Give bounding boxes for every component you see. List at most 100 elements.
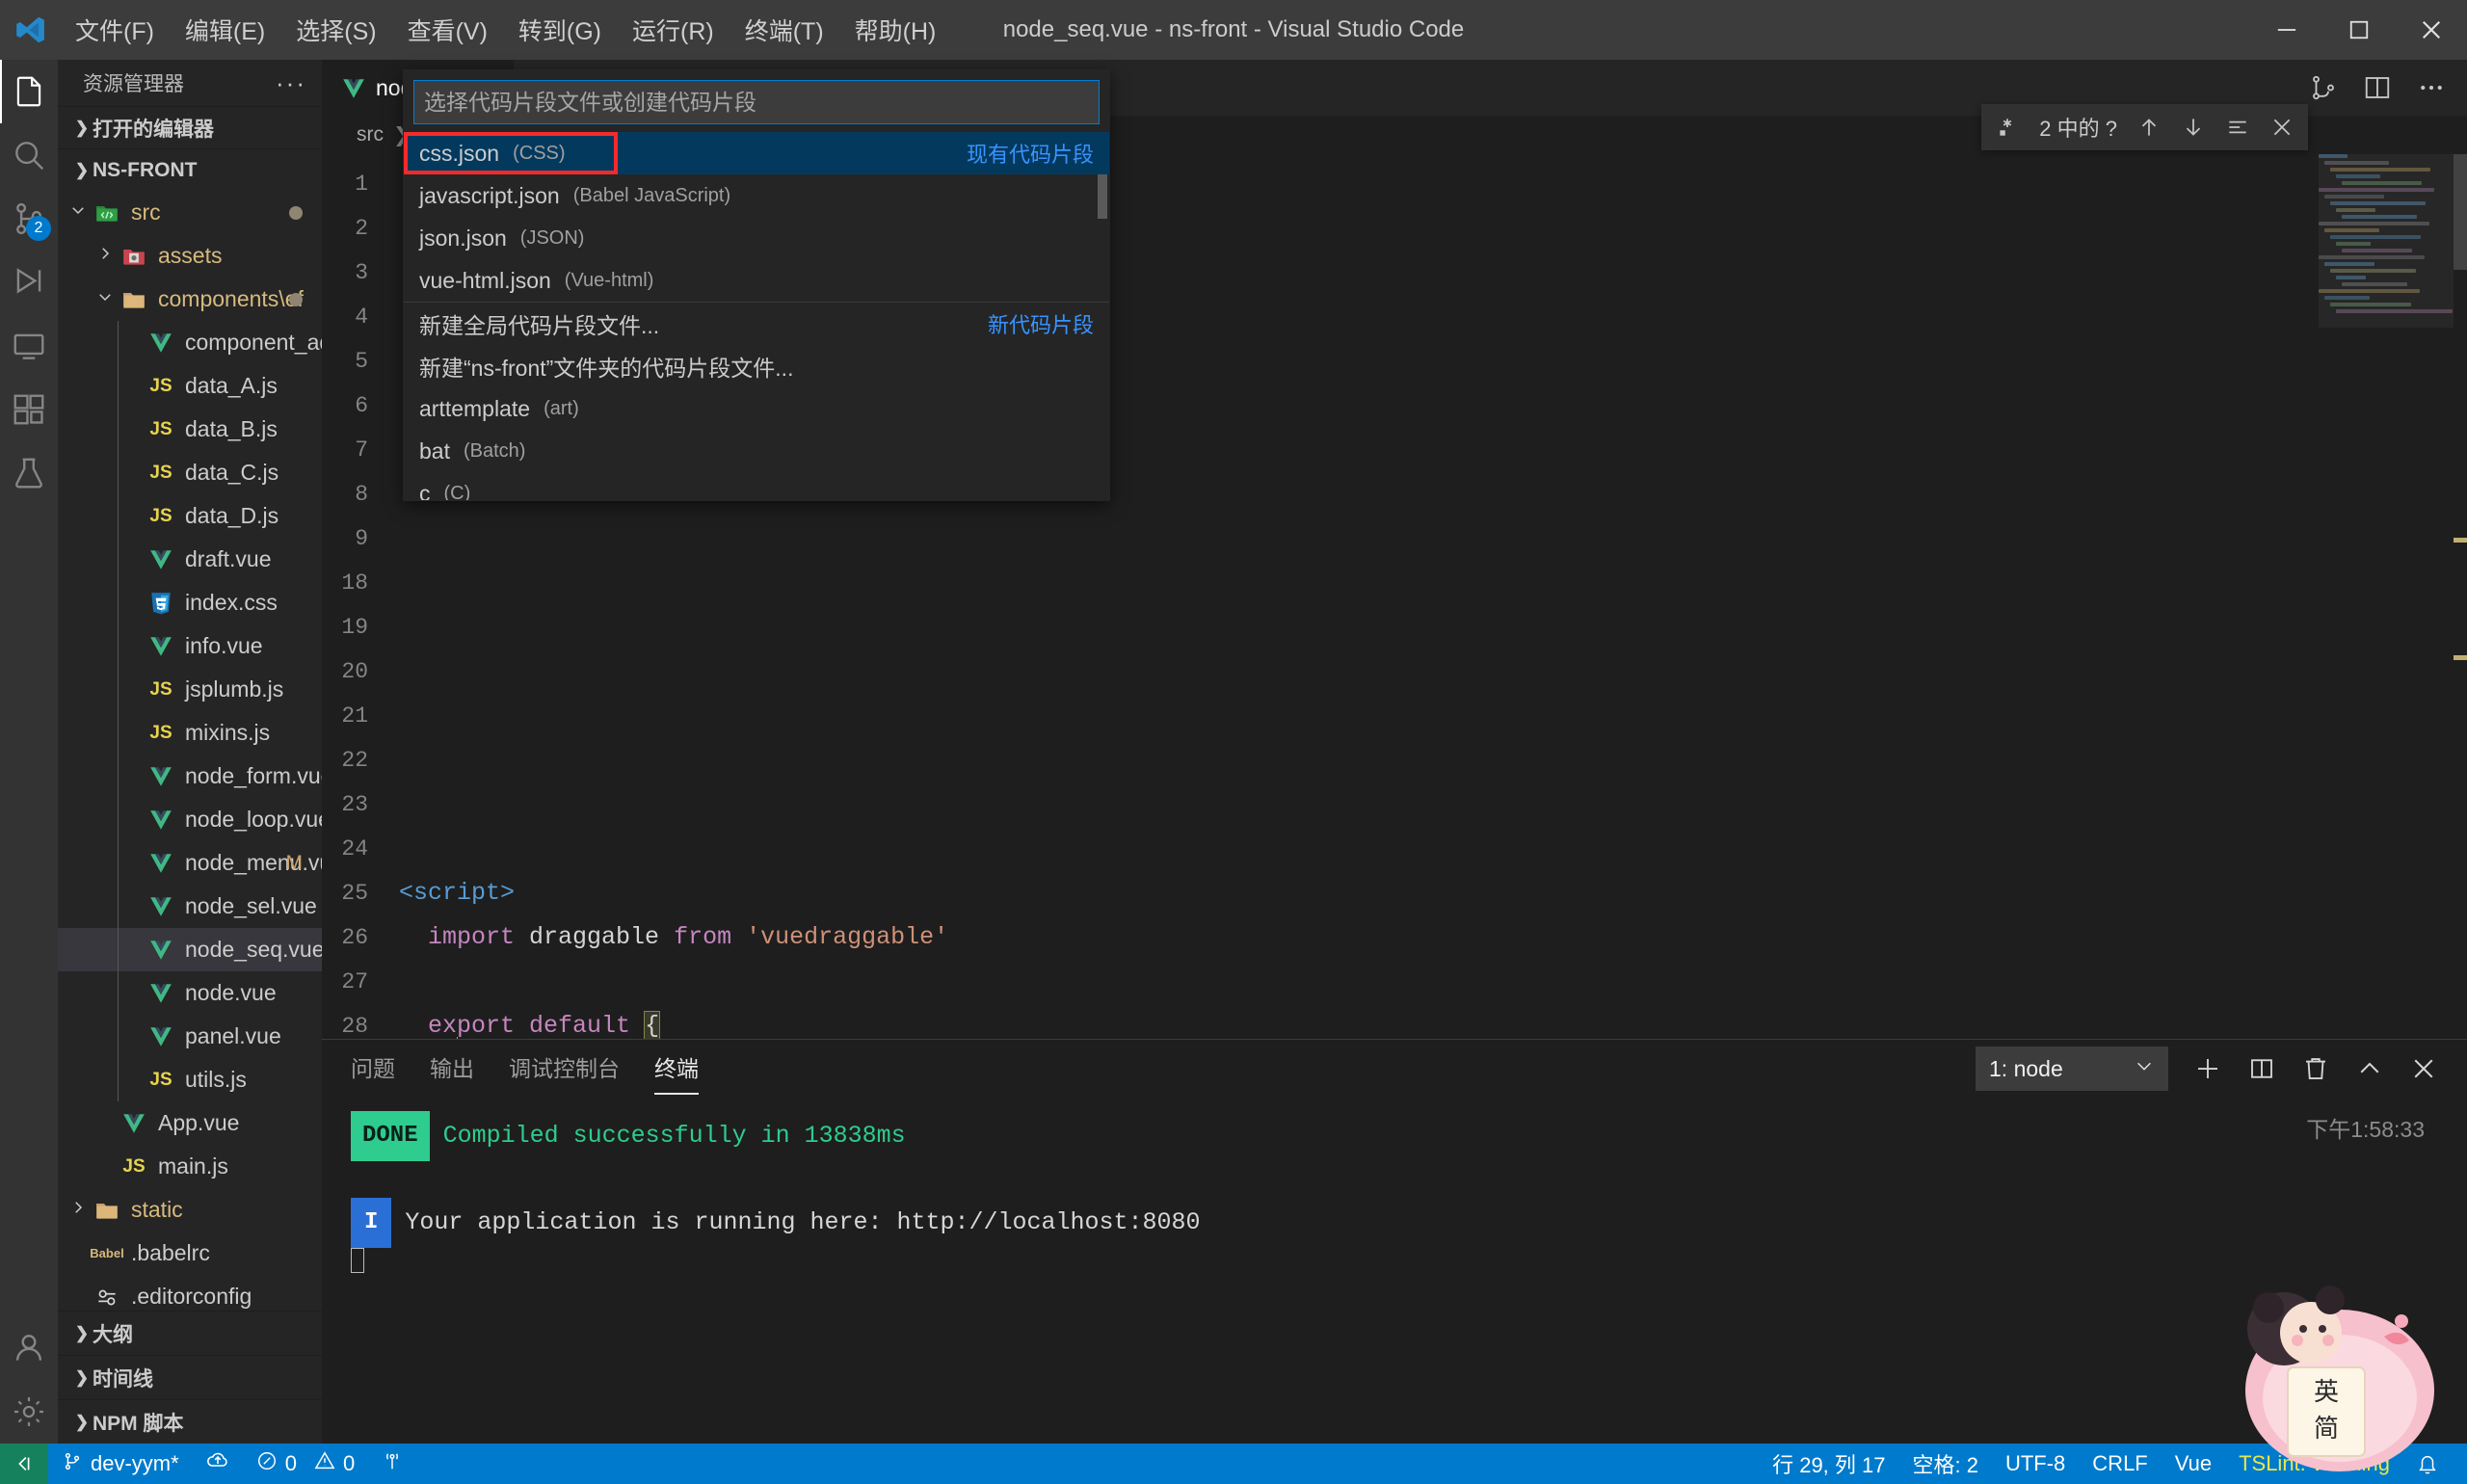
menu-run[interactable]: 运行(R): [617, 0, 729, 60]
tree-file-row[interactable]: node.vue: [58, 971, 322, 1015]
menu-selection[interactable]: 选择(S): [280, 0, 391, 60]
quick-pick-input[interactable]: [413, 80, 1100, 124]
file-tree[interactable]: src assets components\ef component_add.vue J…: [58, 191, 322, 1311]
tree-file-row[interactable]: index.css: [58, 581, 322, 624]
code-line[interactable]: [382, 960, 2467, 1004]
section-timeline[interactable]: ❯ 时间线: [58, 1355, 322, 1399]
tree-file-row[interactable]: JS data_C.js: [58, 451, 322, 494]
find-close-icon[interactable]: [2269, 115, 2295, 140]
split-terminal-icon[interactable]: [2247, 1054, 2276, 1083]
tree-file-row[interactable]: draft.vue: [58, 538, 322, 581]
quick-pick-item[interactable]: bat (Batch): [404, 430, 1109, 472]
tab-output[interactable]: 输出: [430, 1050, 474, 1087]
tree-file-row[interactable]: JS jsplumb.js: [58, 668, 322, 711]
tree-file-row[interactable]: JS mixins.js: [58, 711, 322, 755]
section-npm-scripts[interactable]: ❯ NPM 脚本: [58, 1399, 322, 1444]
status-sync[interactable]: [193, 1444, 243, 1484]
menu-go[interactable]: 转到(G): [503, 0, 617, 60]
tree-folder-row[interactable]: src: [58, 191, 322, 234]
quick-pick-dialog[interactable]: css.json (CSS) 现有代码片段 javascript.json (Babel…: [403, 69, 1110, 501]
terminal-output[interactable]: DONE Compiled successfully in 13838ms I …: [322, 1098, 2467, 1444]
activity-test[interactable]: [0, 441, 58, 505]
split-editor-compare-icon[interactable]: [2309, 73, 2338, 102]
status-eol[interactable]: CRLF: [2079, 1444, 2161, 1484]
activity-run-debug[interactable]: [0, 251, 58, 314]
tree-folder-row[interactable]: static: [58, 1188, 322, 1232]
maximize-panel-icon[interactable]: [2355, 1054, 2384, 1083]
section-outline[interactable]: ❯ 大纲: [58, 1311, 322, 1355]
quick-pick-item[interactable]: json.json (JSON): [404, 217, 1109, 259]
tree-file-row[interactable]: JS utils.js: [58, 1058, 322, 1101]
find-in-selection-icon[interactable]: [2225, 115, 2250, 140]
activity-extensions[interactable]: [0, 378, 58, 441]
scrollbar-thumb[interactable]: [2454, 154, 2467, 270]
tree-file-row[interactable]: node_form.vue: [58, 755, 322, 798]
split-editor-icon[interactable]: [2363, 73, 2392, 102]
sidebar-more-actions-icon[interactable]: ···: [276, 68, 306, 98]
new-terminal-icon[interactable]: [2193, 1054, 2222, 1083]
quick-pick-item[interactable]: javascript.json (Babel JavaScript): [404, 174, 1109, 217]
find-regex-icon[interactable]: [1995, 115, 2020, 140]
tree-file-row[interactable]: App.vue: [58, 1101, 322, 1145]
activity-explorer[interactable]: [0, 60, 58, 123]
tree-folder-row[interactable]: components\ef: [58, 278, 322, 321]
quick-pick-item[interactable]: 新建全局代码片段文件... 新代码片段: [404, 303, 1109, 345]
breadcrumb-item-src[interactable]: src: [357, 123, 384, 146]
minimize-button[interactable]: [2250, 0, 2322, 60]
activity-remote-explorer[interactable]: [0, 314, 58, 378]
status-problems[interactable]: 0 0: [243, 1444, 369, 1484]
tab-problems[interactable]: 问题: [351, 1050, 395, 1087]
tree-file-row[interactable]: .editorconfig: [58, 1275, 322, 1311]
menu-terminal[interactable]: 终端(T): [729, 0, 839, 60]
status-branch[interactable]: dev-yym*: [48, 1444, 193, 1484]
status-remote-icon[interactable]: [0, 1444, 48, 1484]
minimap[interactable]: [2319, 154, 2454, 1039]
minimap-slider[interactable]: [2319, 154, 2454, 328]
code-line[interactable]: <script>: [382, 871, 2467, 915]
kill-terminal-icon[interactable]: [2301, 1054, 2330, 1083]
menu-file[interactable]: 文件(F): [60, 0, 170, 60]
tree-file-row[interactable]: panel.vue: [58, 1015, 322, 1058]
status-language-mode[interactable]: Vue: [2162, 1444, 2225, 1484]
quick-pick-item[interactable]: 新建“ns-front”文件夹的代码片段文件...: [404, 345, 1109, 387]
editor-scrollbar[interactable]: [2454, 154, 2467, 1039]
tree-file-row[interactable]: component_add.vue: [58, 321, 322, 364]
tab-debug-console[interactable]: 调试控制台: [509, 1050, 620, 1087]
tree-file-row[interactable]: node_loop.vue: [58, 798, 322, 841]
tree-file-row[interactable]: node_sel.vue: [58, 885, 322, 928]
terminal-selector[interactable]: 1: node: [1976, 1047, 2168, 1091]
activity-manage-gear[interactable]: [0, 1380, 58, 1444]
close-button[interactable]: [2395, 0, 2467, 60]
activity-accounts[interactable]: [0, 1316, 58, 1380]
quick-pick-item[interactable]: css.json (CSS) 现有代码片段: [404, 132, 1109, 174]
status-tslint[interactable]: TSLint: Warning: [2225, 1444, 2403, 1484]
menu-view[interactable]: 查看(V): [392, 0, 503, 60]
tree-file-row[interactable]: JS data_B.js: [58, 408, 322, 451]
quick-pick-list[interactable]: css.json (CSS) 现有代码片段 javascript.json (Babel…: [404, 132, 1109, 500]
more-actions-icon[interactable]: [2417, 73, 2446, 102]
code-line[interactable]: import draggable from 'vuedraggable': [382, 915, 2467, 960]
quick-pick-item[interactable]: vue-html.json (Vue-html): [404, 259, 1109, 302]
activity-search[interactable]: [0, 123, 58, 187]
tree-file-row[interactable]: node_menu.vueM: [58, 841, 322, 885]
status-notifications-bell-icon[interactable]: [2403, 1444, 2452, 1484]
status-radio-tower[interactable]: [368, 1444, 416, 1484]
tree-folder-row[interactable]: assets: [58, 234, 322, 278]
quick-pick-item[interactable]: arttemplate (art): [404, 387, 1109, 430]
quick-pick-item[interactable]: c (C): [404, 472, 1109, 501]
menu-edit[interactable]: 编辑(E): [170, 0, 280, 60]
tree-file-row[interactable]: Babel .babelrc: [58, 1232, 322, 1275]
find-next-icon[interactable]: [2181, 115, 2206, 140]
tree-file-row[interactable]: JS main.js: [58, 1145, 322, 1188]
section-open-editors[interactable]: ❯ 打开的编辑器: [58, 106, 322, 148]
status-cursor-position[interactable]: 行 29, 列 17: [1759, 1444, 1898, 1484]
find-previous-icon[interactable]: [2136, 115, 2162, 140]
tree-file-row[interactable]: info.vue: [58, 624, 322, 668]
activity-source-control[interactable]: 2: [0, 187, 58, 251]
menu-help[interactable]: 帮助(H): [839, 0, 952, 60]
section-workspace[interactable]: ❯ NS-FRONT: [58, 148, 322, 191]
tree-file-row[interactable]: JS data_A.js: [58, 364, 322, 408]
code-line[interactable]: export default {: [382, 1004, 2467, 1039]
tree-file-row[interactable]: JS data_D.js: [58, 494, 322, 538]
maximize-button[interactable]: [2322, 0, 2395, 60]
